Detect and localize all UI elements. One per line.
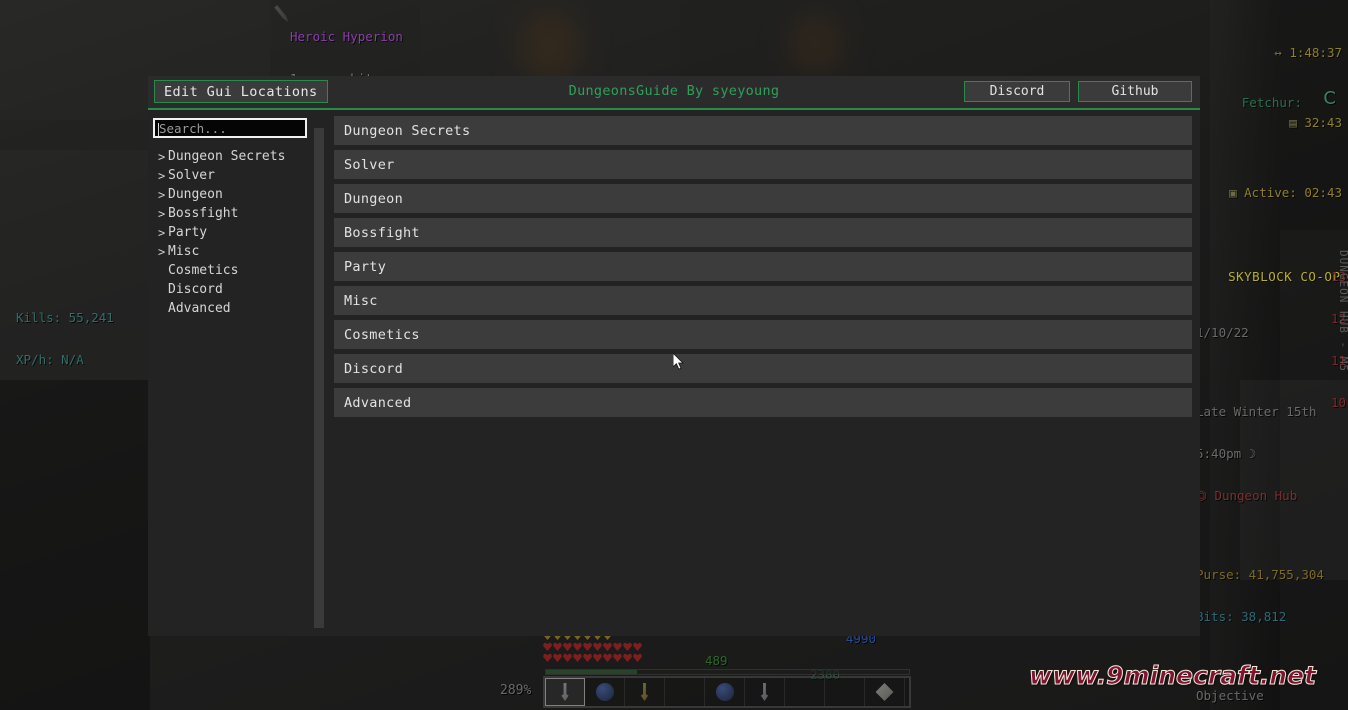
hotbar-slot[interactable] [545,678,585,706]
orb-icon [595,683,614,701]
chevron-right-icon: > [158,225,166,240]
category-label: Solver [344,156,395,173]
hotbar-slot[interactable] [585,678,625,706]
site-watermark: www.9minecraft.net [1029,661,1317,691]
health-row [543,653,703,663]
text-caret [158,123,159,136]
heart-icon [553,653,562,662]
heart-icon [633,642,642,651]
heart-icon [583,642,592,651]
health-value: 489 [705,653,728,668]
sword-icon [561,683,569,701]
chevron-right-icon: > [158,244,166,259]
heart-icon [603,653,612,662]
discord-button[interactable]: Discord [964,81,1070,102]
sidebar-divider [312,108,326,636]
category-row-advanced[interactable]: Advanced [334,388,1192,417]
category-label: Dungeon [344,190,403,207]
heart-icon [543,653,552,662]
category-label: Cosmetics [344,326,420,343]
heart-icon [563,642,572,651]
dungeons-guide-config-window: Edit Gui Locations DungeonsGuide By syey… [148,76,1200,636]
heart-icon [553,642,562,651]
hotbar-slot[interactable] [865,678,905,706]
heart-icon [633,653,642,662]
sidebar-item-dungeon[interactable]: > Dungeon [148,185,312,204]
sidebar-scrollbar[interactable] [314,128,324,628]
sidebar-item-party[interactable]: > Party [148,223,312,242]
gold-sword-icon [640,683,649,701]
github-button[interactable]: Github [1078,81,1192,102]
sidebar-item-cosmetics[interactable]: Cosmetics [148,261,312,280]
search-input[interactable] [155,120,305,136]
hotbar-slot[interactable] [745,678,785,706]
heart-icon [593,653,602,662]
category-list: Dungeon Secrets Solver Dungeon Bossfight… [326,108,1200,636]
hotbar [543,676,911,708]
chevron-right-icon: > [158,149,166,164]
scoreboard-side-text: DUNGEON HUB - M5 [1337,250,1348,372]
heart-icon [613,653,622,662]
chevron-right-icon: > [158,187,166,202]
sidebar-item-label: Dungeon Secrets [168,149,286,164]
heart-icon [623,653,632,662]
heart-icon [603,642,612,651]
sidebar-item-label: Discord [168,282,223,297]
sidebar-item-label: Advanced [168,301,231,316]
hotbar-slot[interactable] [625,678,665,706]
sidebar-item-label: Solver [168,168,215,183]
chevron-right-icon: > [158,206,166,221]
category-row-cosmetics[interactable]: Cosmetics [334,320,1192,349]
window-body: > Dungeon Secrets > Solver > Dungeon > B… [148,108,1200,636]
category-label: Advanced [344,394,412,411]
sidebar-item-advanced[interactable]: Advanced [148,299,312,318]
heart-icon [563,653,572,662]
heart-icon [573,642,582,651]
category-row-discord[interactable]: Discord [334,354,1192,383]
sidebar-item-label: Party [168,225,208,240]
sidebar: > Dungeon Secrets > Solver > Dungeon > B… [148,108,312,636]
sidebar-item-label: Dungeon [168,187,223,202]
category-label: Dungeon Secrets [344,122,471,139]
sidebar-item-label: Bossfight [168,206,239,221]
sidebar-item-label: Misc [168,244,200,259]
category-label: Party [344,258,387,275]
category-label: Bossfight [344,224,420,241]
chevron-right-icon: > [158,168,166,183]
category-row-party[interactable]: Party [334,252,1192,281]
heart-icon [623,642,632,651]
hotbar-slot[interactable] [825,678,865,706]
category-row-dungeon-secrets[interactable]: Dungeon Secrets [334,116,1192,145]
category-label: Misc [344,292,378,309]
sidebar-item-label: Cosmetics [168,263,239,278]
heart-icon [593,642,602,651]
category-row-bossfight[interactable]: Bossfight [334,218,1192,247]
sidebar-item-bossfight[interactable]: > Bossfight [148,204,312,223]
hotbar-slot[interactable] [785,678,825,706]
window-header: Edit Gui Locations DungeonsGuide By syey… [148,76,1200,108]
hotbar-slot[interactable] [665,678,705,706]
sword-icon [760,683,769,701]
category-label: Discord [344,360,403,377]
experience-bar-fill [546,670,637,674]
orb-icon [715,683,734,701]
sidebar-item-discord[interactable]: Discord [148,280,312,299]
sidebar-tree: > Dungeon Secrets > Solver > Dungeon > B… [148,147,312,318]
speed-value: 289% [500,683,532,698]
heart-icon [543,642,552,651]
experience-bar [545,669,910,675]
category-row-solver[interactable]: Solver [334,150,1192,179]
sidebar-item-dungeon-secrets[interactable]: > Dungeon Secrets [148,147,312,166]
gem-icon [875,683,894,701]
health-row [543,642,703,652]
heart-icon [573,653,582,662]
sidebar-item-solver[interactable]: > Solver [148,166,312,185]
search-field-wrapper[interactable] [153,118,307,138]
hotbar-slot[interactable] [705,678,745,706]
heart-icon [613,642,622,651]
category-row-dungeon[interactable]: Dungeon [334,184,1192,213]
heart-icon [583,653,592,662]
category-row-misc[interactable]: Misc [334,286,1192,315]
sidebar-item-misc[interactable]: > Misc [148,242,312,261]
